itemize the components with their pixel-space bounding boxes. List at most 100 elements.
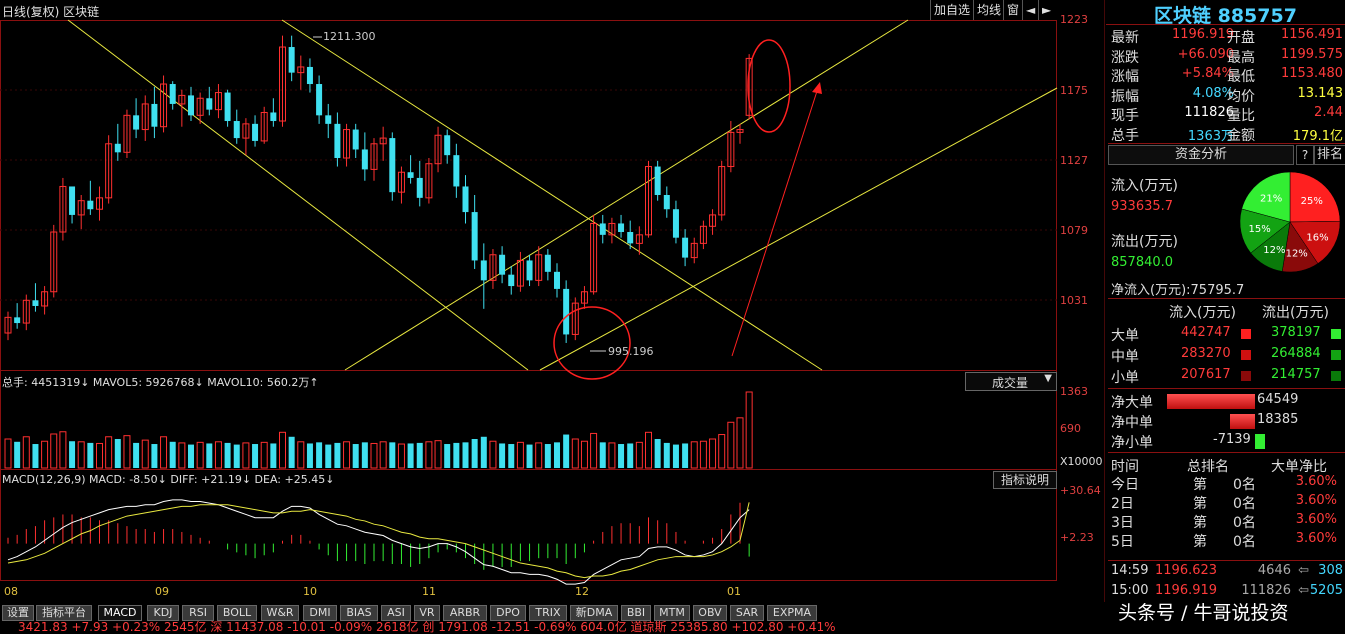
quote-value: 179.1亿 (1292, 128, 1343, 144)
volume-bar (526, 444, 533, 468)
volume-bar (389, 442, 396, 468)
flow-row: 大单 442747 378197 (1111, 325, 1345, 345)
flow-in-swatch (1241, 371, 1251, 381)
net-value: 18385 (1257, 412, 1299, 427)
quote-key: 振幅 (1111, 88, 1139, 105)
candle-body (618, 223, 625, 232)
inflow-value: 933635.7 (1111, 199, 1174, 214)
candle-body (288, 47, 295, 73)
candle-body (361, 149, 368, 170)
tab-obv[interactable]: OBV (693, 605, 727, 621)
volume-bar (379, 441, 387, 469)
volume-bar (618, 444, 625, 468)
macd-y-tick: +30.64 (1060, 484, 1101, 497)
candle-body (682, 237, 689, 258)
candle-body (599, 223, 606, 235)
volume-bar (535, 442, 543, 469)
tab-wr[interactable]: W&R (261, 605, 299, 621)
rank-ordinal: 第 (1193, 477, 1207, 493)
candle-body (672, 209, 679, 238)
tab-trix[interactable]: TRIX (529, 605, 567, 621)
rank-ordinal: 第 (1193, 534, 1207, 550)
tab-expma[interactable]: EXPMA (767, 605, 817, 621)
volume-bar (608, 442, 616, 469)
volume-bar (663, 442, 670, 468)
tab-asi[interactable]: ASI (381, 605, 411, 621)
candle-body (306, 66, 313, 85)
tab-macd[interactable]: MACD (98, 605, 142, 621)
quote-key: 均价 (1227, 88, 1255, 105)
volume-bar (397, 443, 405, 469)
tab-bbi[interactable]: BBI (621, 605, 651, 621)
pie-slice-label: 16% (1306, 232, 1328, 243)
rank-tab[interactable]: 排名 (1314, 145, 1345, 165)
tab-settings[interactable]: 设置 (2, 605, 34, 621)
tab-arbr[interactable]: ARBR (443, 605, 487, 621)
rank-row: 5日 第 0名 3.60% (1111, 531, 1345, 550)
indicator-help-label: 指标说明 (1000, 473, 1049, 487)
indicator-help-button[interactable]: 指标说明 (993, 471, 1057, 489)
volume-bar (590, 432, 598, 469)
quote-key: 涨幅 (1111, 69, 1139, 85)
quote-row: 振幅 4.08% 均价 13.143 (1111, 86, 1345, 105)
arrowhead-icon (812, 82, 822, 94)
chart-area[interactable]: 日线(复权) 区块链 加自选 均线 窗 ◄ ► 1211.300 995.196… (0, 0, 1105, 602)
fund-analysis-tab[interactable]: 资金分析 (1108, 145, 1294, 165)
pie-slice-label: 21% (1260, 193, 1282, 204)
rank-ratio: 3.60% (1295, 512, 1337, 527)
volume-bar (471, 439, 478, 468)
flow-row: 中单 283270 264884 (1111, 346, 1345, 366)
tab-bias[interactable]: BIAS (340, 605, 378, 621)
y-tick: 1175 (1060, 84, 1088, 97)
help-button[interactable]: ? (1296, 145, 1314, 165)
volume-bar (50, 433, 58, 469)
candle-body (462, 186, 469, 213)
indicator-selector[interactable]: 成交量 ▼ (965, 372, 1057, 391)
tick-count: 5205 (1309, 583, 1343, 598)
tick-arrow-icon: ⇦ (1298, 583, 1309, 598)
volume-bar (69, 441, 76, 468)
tab-new-dma[interactable]: 新DMA (570, 605, 618, 621)
x-tick: 01 (727, 585, 741, 598)
quote-value: 1199.575 (1280, 46, 1343, 62)
help-label: ? (1301, 148, 1309, 162)
volume-bar (334, 442, 341, 468)
volume-bar (352, 444, 359, 468)
tab-boll[interactable]: BOLL (217, 605, 257, 621)
pie-slice-label: 12% (1286, 248, 1308, 259)
rank-ratio: 3.60% (1295, 531, 1337, 546)
quote-value: +66.090 (1177, 46, 1234, 62)
flow-name: 中单 (1111, 349, 1139, 365)
volume-bar (196, 441, 204, 469)
net-row: 净中单 18385 (1111, 412, 1345, 431)
tab-kdj[interactable]: KDJ (147, 605, 179, 621)
flow-out-value: 378197 (1271, 325, 1321, 340)
volume-bar (709, 438, 717, 469)
tab-rsi[interactable]: RSI (182, 605, 214, 621)
volume-bar (141, 439, 149, 469)
flow-out-value: 264884 (1271, 346, 1321, 361)
candle-body (407, 172, 414, 178)
rank-time: 今日 (1111, 477, 1139, 493)
tab-mtm[interactable]: MTM (654, 605, 690, 621)
candle-body (252, 123, 259, 141)
tab-dpo[interactable]: DPO (490, 605, 526, 621)
volume-title: 总手: 4451319↓ MAVOL5: 5926768↓ MAVOL10: 5… (2, 376, 319, 389)
volume-bar (571, 438, 579, 469)
y-tick: 1223 (1060, 13, 1088, 26)
flow-out-header: 流出(万元) (1262, 305, 1329, 321)
tab-vr[interactable]: VR (414, 605, 440, 621)
pie-slice-label: 25% (1301, 196, 1323, 207)
dea-line (7, 502, 750, 579)
tab-sar[interactable]: SAR (730, 605, 764, 621)
tab-dmi[interactable]: DMI (303, 605, 337, 621)
volume-y-tick: 1363 (1060, 385, 1088, 398)
outflow-value: 857840.0 (1111, 255, 1174, 270)
rank-time-header: 时间 (1111, 459, 1139, 475)
tick-time: 14:59 (1111, 563, 1149, 578)
flow-out-swatch (1331, 371, 1341, 381)
candle-body (389, 138, 396, 193)
tab-indicator-platform[interactable]: 指标平台 (36, 605, 92, 621)
volume-bar (416, 442, 423, 468)
volume-bar (407, 443, 414, 468)
